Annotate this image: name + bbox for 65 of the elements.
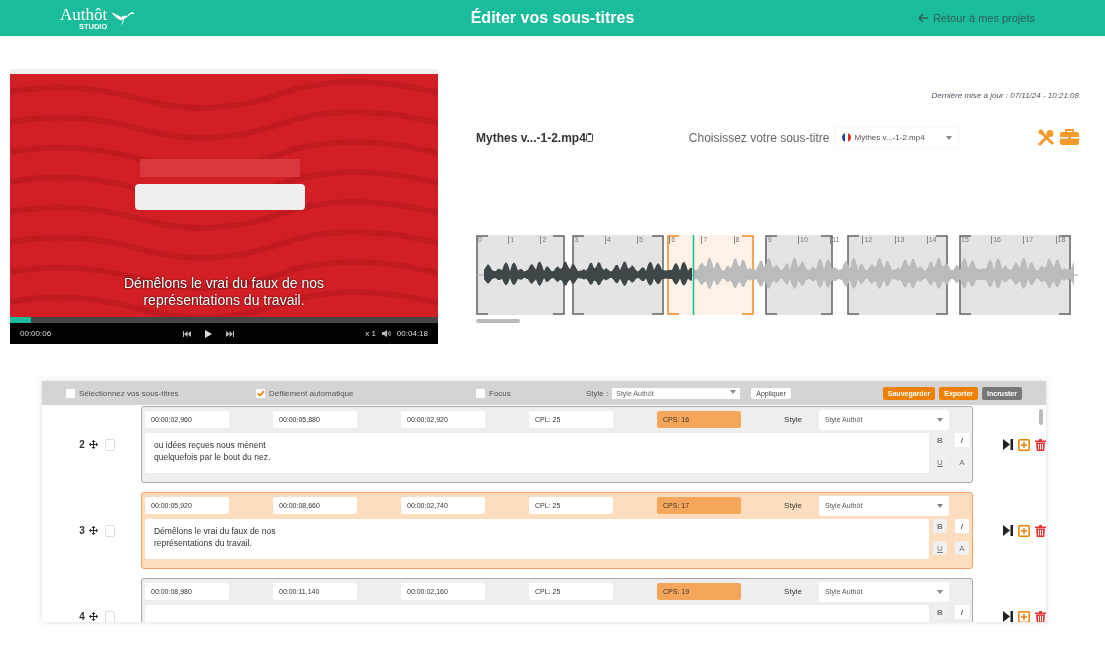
tools-icon[interactable] (1037, 128, 1055, 147)
format-button[interactable]: B (933, 519, 947, 533)
style-label: Style : (586, 388, 609, 398)
add-icon[interactable] (1018, 438, 1030, 451)
previous-icon[interactable] (182, 330, 191, 337)
waveform-drawing[interactable] (476, 235, 1078, 315)
format-button[interactable]: A (955, 541, 969, 555)
skip-icon[interactable] (1003, 439, 1013, 450)
play-icon[interactable] (204, 329, 212, 338)
file-name: Mythes v...-1-2.mp4 (476, 130, 586, 145)
add-icon[interactable] (1018, 524, 1030, 537)
row-number: 3 (79, 525, 85, 536)
checkbox[interactable] (256, 388, 265, 398)
row-checkbox[interactable] (105, 438, 115, 451)
briefcase-icon[interactable] (1060, 128, 1079, 145)
scrollbar-thumb[interactable] (476, 319, 520, 323)
checkbox-label: Focus (489, 388, 511, 398)
move-icon[interactable] (88, 526, 98, 535)
format-button[interactable]: I (955, 605, 969, 619)
logo-text: Authôt (60, 5, 108, 23)
trash-icon[interactable] (1035, 610, 1046, 622)
volume-icon[interactable] (381, 330, 391, 337)
subtitle-caption: Démêlons le vrai du faux de nos représentations du travail. (123, 275, 325, 309)
row-checkbox[interactable] (105, 610, 115, 622)
move-icon[interactable] (88, 440, 98, 449)
subtitle-text-field[interactable]: ou idées reçues nous mènent quelquefois par le bout du nez. (145, 433, 929, 473)
subtitle-text-field[interactable]: Démêlons le vrai du faux de nos représentations du travail. (145, 519, 929, 559)
skip-icon[interactable] (1003, 611, 1013, 622)
clipboard-icon[interactable] (585, 133, 593, 142)
trash-icon[interactable] (1035, 524, 1046, 537)
last-update-text: Dernière mise à jour : 07/11/24 - 10:21:08 (931, 91, 1079, 100)
checkbox[interactable] (476, 388, 485, 398)
current-time: 00:00:06 (20, 329, 52, 338)
caret-icon (937, 503, 943, 508)
row-number: 2 (79, 439, 85, 450)
caret-icon (730, 389, 737, 394)
caret-icon (937, 589, 943, 594)
subtitle-picker-label: Choisissez votre sous-titre (688, 130, 830, 145)
style-label: Style (783, 415, 803, 424)
trash-icon[interactable] (1035, 438, 1046, 451)
row-checkbox[interactable] (105, 524, 115, 537)
style-label: Style (783, 501, 803, 510)
speed-control[interactable]: x 1 (365, 329, 376, 338)
flag-icon (841, 133, 851, 142)
subtitle-select[interactable]: Mythes v...-1-2.mp4 (835, 128, 958, 147)
move-icon[interactable] (88, 612, 98, 621)
checkbox-label: Sélectionnez vos sous-titres (79, 388, 179, 398)
checkbox[interactable] (66, 388, 75, 398)
page-title: Éditer vos sous-titres (470, 9, 635, 26)
progress-bar[interactable] (10, 317, 438, 323)
style-label: Style (783, 587, 803, 596)
format-button[interactable]: I (955, 433, 969, 447)
add-icon[interactable] (1018, 610, 1030, 622)
checkbox-label: Défilement automatique (269, 388, 354, 398)
next-icon[interactable] (225, 330, 234, 337)
caret-icon (937, 417, 943, 422)
arrow-icon (918, 14, 928, 22)
duration-time: 00:04:18 (396, 329, 428, 338)
bird-icon (111, 10, 136, 26)
caret-icon (945, 135, 952, 140)
scrollbar-thumb[interactable] (1039, 409, 1043, 425)
format-button[interactable]: U (933, 541, 947, 555)
row-number: 4 (79, 611, 85, 622)
format-button[interactable]: I (955, 519, 969, 533)
skip-icon[interactable] (1003, 525, 1013, 536)
